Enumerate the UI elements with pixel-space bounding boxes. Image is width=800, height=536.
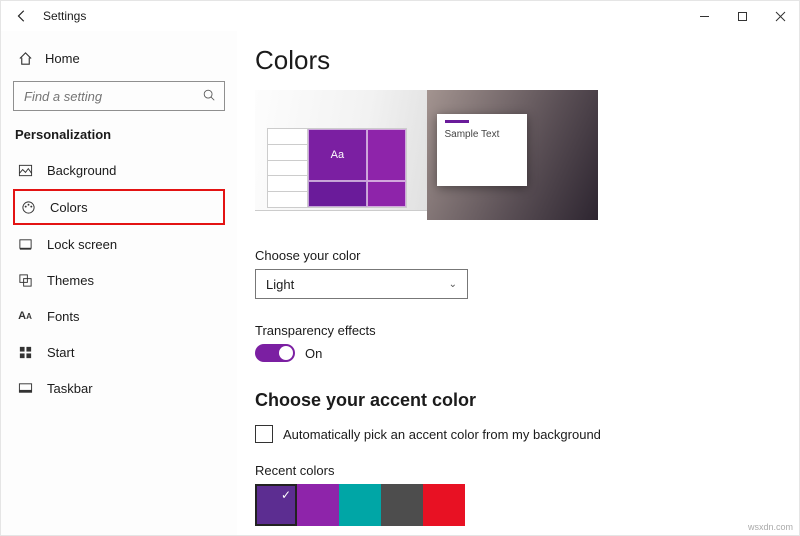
section-title: Personalization	[13, 127, 225, 142]
sample-text: Sample Text	[445, 129, 500, 140]
sidebar-item-lock-screen[interactable]: Lock screen	[13, 226, 225, 262]
sidebar-item-label: Background	[47, 163, 116, 178]
maximize-button[interactable]	[723, 1, 761, 31]
sidebar-item-start[interactable]: Start	[13, 334, 225, 370]
app-title: Settings	[43, 9, 86, 23]
auto-pick-label: Automatically pick an accent color from …	[283, 427, 601, 442]
preview-start-tiles: Aa	[267, 128, 407, 208]
color-swatch[interactable]	[255, 484, 297, 526]
auto-pick-checkbox[interactable]	[255, 425, 273, 443]
fonts-icon: AA	[17, 310, 33, 322]
lock-icon	[17, 237, 33, 252]
image-icon	[17, 163, 33, 178]
themes-icon	[17, 273, 33, 288]
start-icon	[17, 345, 33, 360]
sidebar-item-label: Lock screen	[47, 237, 117, 252]
annotation-highlight: Colors	[13, 189, 225, 225]
preview-desktop: Aa	[255, 90, 427, 220]
sidebar-item-background[interactable]: Background	[13, 152, 225, 188]
transparency-toggle[interactable]	[255, 344, 295, 362]
home-icon	[17, 51, 33, 66]
minimize-icon	[699, 11, 710, 22]
close-icon	[775, 11, 786, 22]
watermark: wsxdn.com	[748, 522, 793, 532]
sidebar-item-label: Colors	[50, 200, 88, 215]
recent-colors-label: Recent colors	[255, 463, 799, 478]
titlebar: Settings	[1, 1, 799, 31]
sidebar-item-colors[interactable]: Colors	[16, 192, 222, 222]
color-swatch[interactable]	[423, 484, 465, 526]
preview-area: Aa Sample Text	[255, 90, 598, 220]
sidebar-item-themes[interactable]: Themes	[13, 262, 225, 298]
minimize-button[interactable]	[685, 1, 723, 31]
page-title: Colors	[255, 45, 799, 76]
preview-window: Sample Text	[427, 90, 599, 220]
preview-tile-text: Aa	[308, 129, 367, 181]
back-button[interactable]	[7, 1, 37, 31]
color-swatch[interactable]	[381, 484, 423, 526]
close-button[interactable]	[761, 1, 799, 31]
transparency-label: Transparency effects	[255, 323, 799, 338]
chevron-down-icon: ⌄	[449, 279, 457, 290]
choose-color-dropdown[interactable]: Light ⌄	[255, 269, 468, 299]
sidebar-item-label: Start	[47, 345, 74, 360]
sidebar-item-home[interactable]: Home	[13, 41, 225, 75]
choose-color-label: Choose your color	[255, 248, 799, 263]
arrow-left-icon	[15, 9, 29, 23]
sidebar-item-label: Themes	[47, 273, 94, 288]
search-box[interactable]	[13, 81, 225, 111]
preview-sample-card: Sample Text	[437, 114, 527, 186]
color-swatch[interactable]	[339, 484, 381, 526]
home-label: Home	[45, 51, 80, 66]
sidebar-item-taskbar[interactable]: Taskbar	[13, 370, 225, 406]
sidebar-item-label: Fonts	[47, 309, 80, 324]
main-panel: Colors Aa Sample Text	[237, 31, 799, 535]
accent-heading: Choose your accent color	[255, 390, 799, 411]
search-icon	[202, 88, 216, 105]
taskbar-icon	[17, 381, 33, 396]
recent-colors	[255, 484, 799, 526]
palette-icon	[20, 200, 36, 215]
maximize-icon	[737, 11, 748, 22]
search-input[interactable]	[22, 88, 192, 105]
sidebar-item-fonts[interactable]: AA Fonts	[13, 298, 225, 334]
sidebar: Home Personalization Background Colors L…	[1, 31, 237, 535]
window-controls	[685, 1, 799, 31]
color-swatch[interactable]	[297, 484, 339, 526]
sidebar-item-label: Taskbar	[47, 381, 93, 396]
transparency-state: On	[305, 346, 322, 361]
dropdown-value: Light	[266, 277, 294, 292]
